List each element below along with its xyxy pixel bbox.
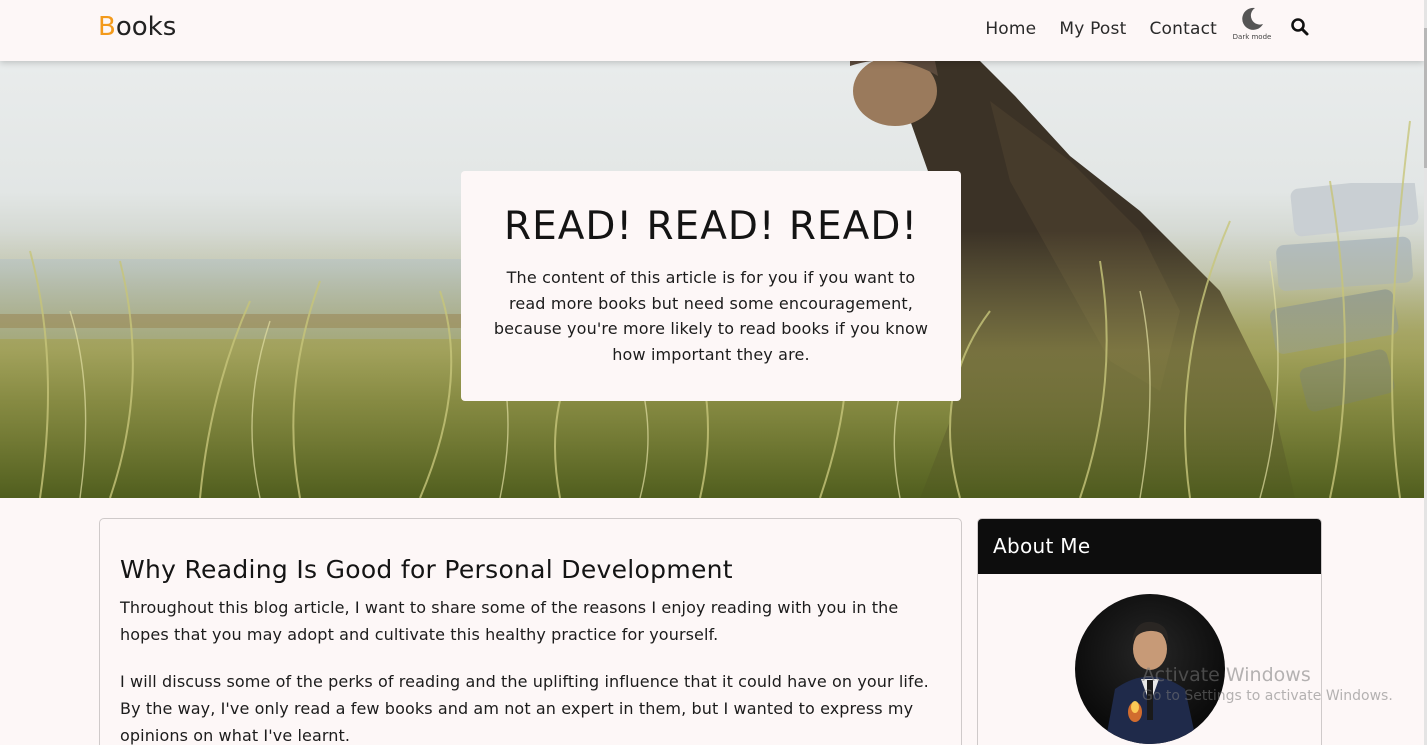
watermark-title: Activate Windows (1142, 664, 1311, 686)
brand-logo[interactable]: Books (98, 12, 176, 42)
nav-link-my-post[interactable]: My Post (1059, 19, 1126, 39)
nav-link-contact[interactable]: Contact (1149, 19, 1217, 39)
search-icon (1291, 18, 1309, 36)
about-me-title: About Me (978, 519, 1321, 574)
article-paragraph: Throughout this blog article, I want to … (120, 598, 899, 644)
dark-mode-toggle[interactable]: Dark mode (1232, 6, 1272, 50)
article-paragraph: I will discuss some of the perks of read… (120, 672, 929, 745)
hero-banner: READ! READ! READ! The content of this ar… (0, 61, 1424, 498)
hero-description: The content of this article is for you i… (493, 268, 929, 364)
brand-name: ooks (115, 12, 177, 42)
hero-title: READ! READ! READ! (503, 204, 919, 249)
moon-icon (1242, 7, 1263, 30)
activation-watermark: Activate Windows Go to Settings to activ… (1142, 664, 1393, 704)
dark-mode-label: Dark mode (1232, 33, 1272, 41)
main-nav: Home My Post Contact (985, 19, 1217, 39)
watermark-subtitle: Go to Settings to activate Windows. (1142, 688, 1393, 704)
search-button[interactable] (1290, 17, 1310, 37)
article-title[interactable]: Why Reading Is Good for Personal Develop… (120, 555, 941, 584)
navbar: Books Home My Post Contact Dark mode (0, 0, 1424, 61)
about-me-card: About Me (977, 518, 1322, 745)
brand-initial: B (98, 12, 116, 42)
article-card: Why Reading Is Good for Personal Develop… (99, 518, 962, 745)
hero-card: READ! READ! READ! The content of this ar… (461, 171, 961, 401)
nav-link-home[interactable]: Home (985, 19, 1036, 39)
